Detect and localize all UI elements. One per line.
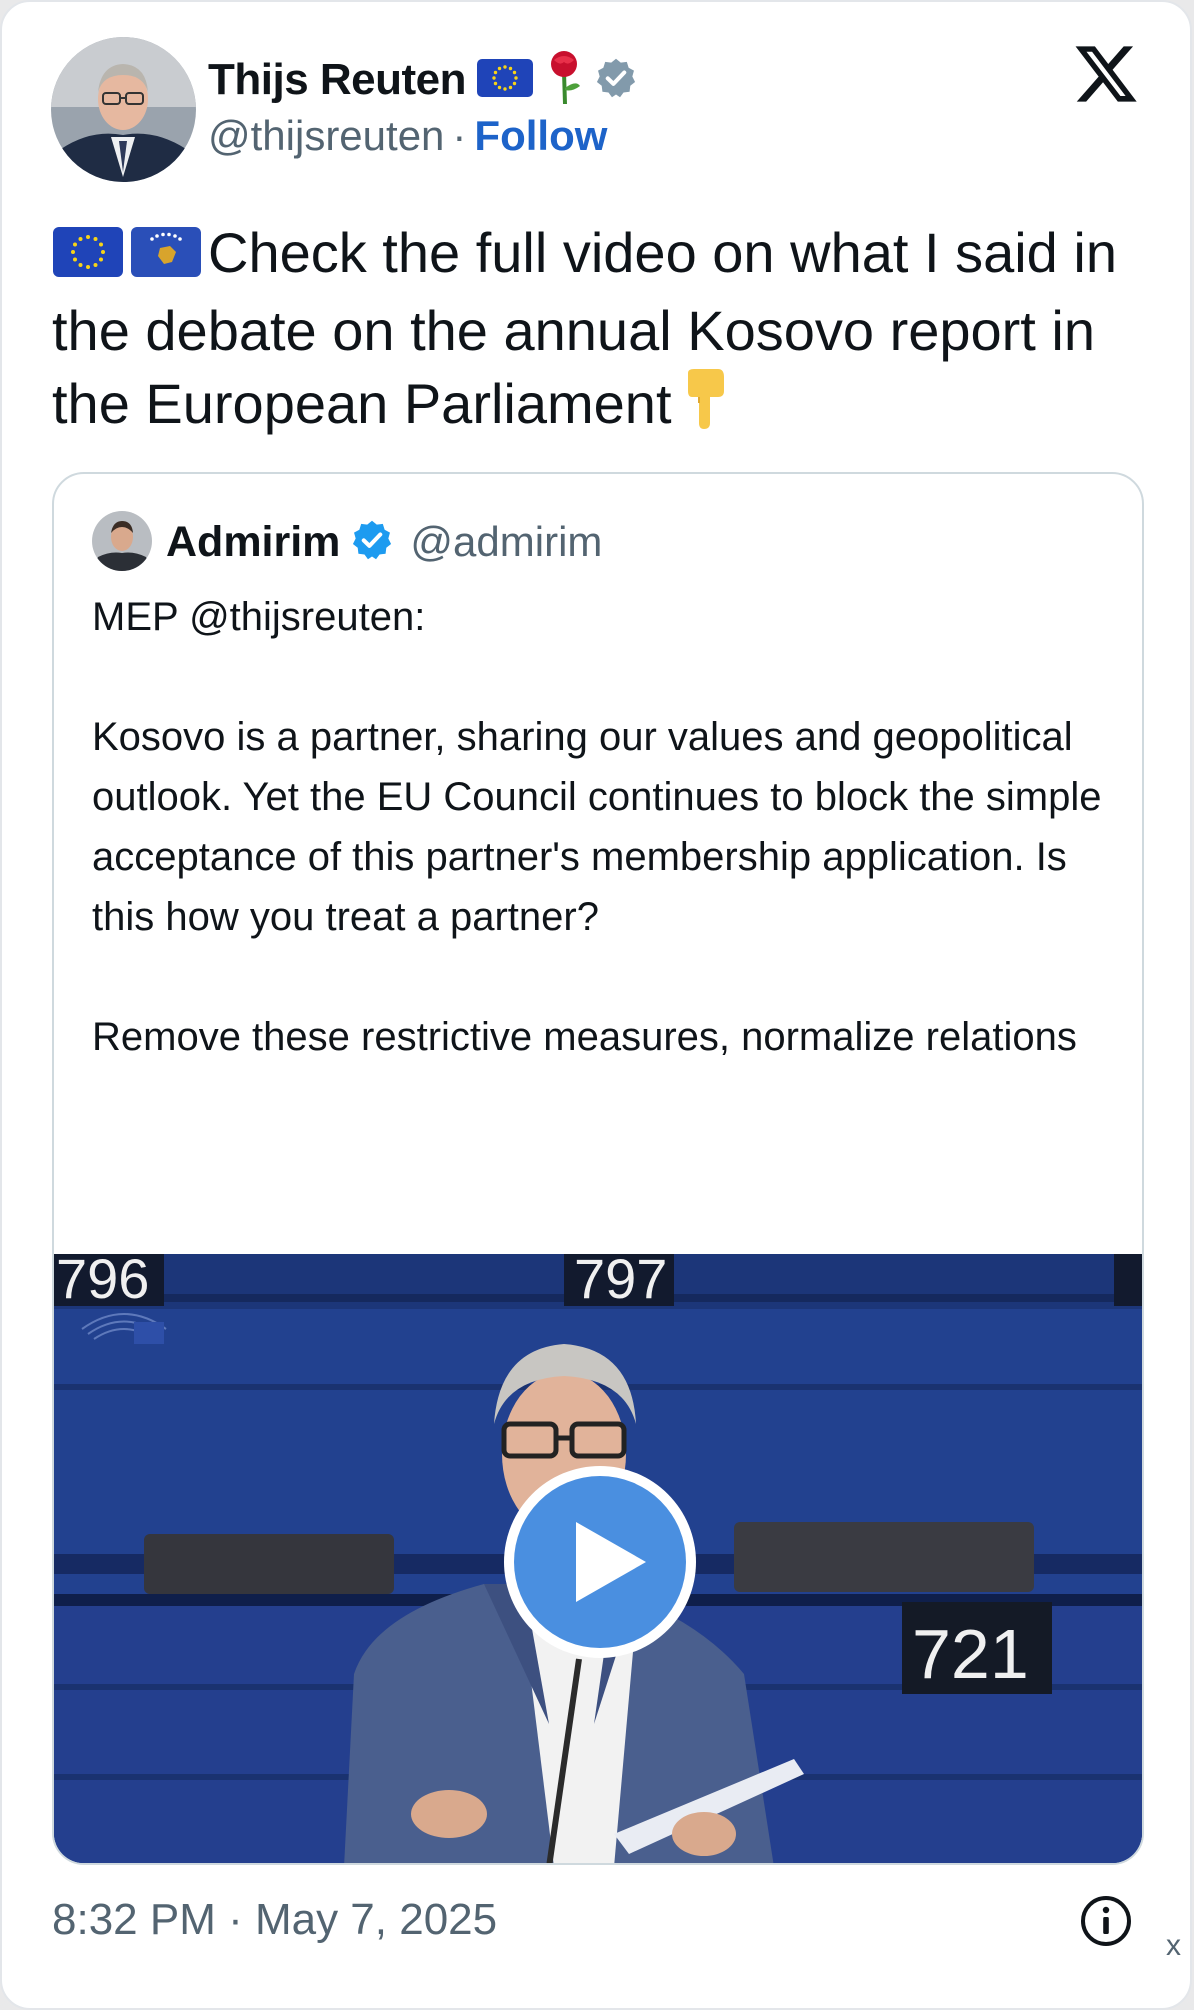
quoted-handle[interactable]: @admirim — [410, 518, 602, 566]
separator-dot: · — [452, 112, 467, 159]
close-button[interactable]: x — [1166, 1929, 1181, 1963]
quoted-paragraph: MEP @thijsreuten: — [92, 595, 426, 639]
rose-icon — [544, 50, 584, 111]
info-icon[interactable] — [1080, 1895, 1132, 1947]
video-player[interactable]: 796 797 721 — [54, 1254, 1142, 1863]
author-handle[interactable]: @thijsreuten — [208, 112, 444, 160]
eu-flag-icon — [476, 58, 534, 103]
author-display-name[interactable]: Thijs Reuten — [208, 55, 467, 105]
follow-button[interactable]: Follow — [474, 112, 607, 160]
seat-number-796: 796 — [56, 1254, 150, 1310]
quoted-paragraph: Remove these restrictive measures, norma… — [92, 1015, 1077, 1059]
tweet-text: Check the full video on what I said in t… — [52, 221, 1117, 435]
tweet-embed-card: Thijs Reuten @thijsreuten · Follow Check… — [0, 0, 1192, 2010]
seat-number-797: 797 — [574, 1254, 668, 1310]
verified-badge-icon[interactable] — [350, 518, 394, 567]
quoted-tweet[interactable]: Admirim @admirim MEP @thijsreuten: Kosov… — [52, 472, 1144, 1865]
quoted-paragraph: Kosovo is a partner, sharing our values … — [92, 715, 1102, 939]
quoted-author-avatar[interactable] — [92, 511, 152, 571]
play-icon[interactable] — [500, 1462, 700, 1662]
verified-badge-icon[interactable] — [594, 56, 638, 105]
seat-number-721: 721 — [912, 1615, 1029, 1693]
eu-flag-icon — [52, 223, 124, 295]
author-avatar[interactable] — [51, 37, 196, 182]
quoted-header: Admirim @admirim — [166, 514, 602, 570]
author-handle-row: @thijsreuten · Follow — [208, 112, 607, 160]
kosovo-flag-icon — [130, 223, 202, 295]
author-name-row: Thijs Reuten — [208, 50, 638, 106]
pointing-down-icon — [680, 367, 730, 446]
quoted-body: MEP @thijsreuten: Kosovo is a partner, s… — [92, 587, 1112, 1067]
x-logo-icon[interactable] — [1072, 40, 1140, 108]
tweet-timestamp[interactable]: 8:32 PM · May 7, 2025 — [52, 1895, 497, 1945]
tweet-text-container: Check the full video on what I said in t… — [52, 217, 1152, 446]
quoted-display-name[interactable]: Admirim — [166, 518, 340, 567]
